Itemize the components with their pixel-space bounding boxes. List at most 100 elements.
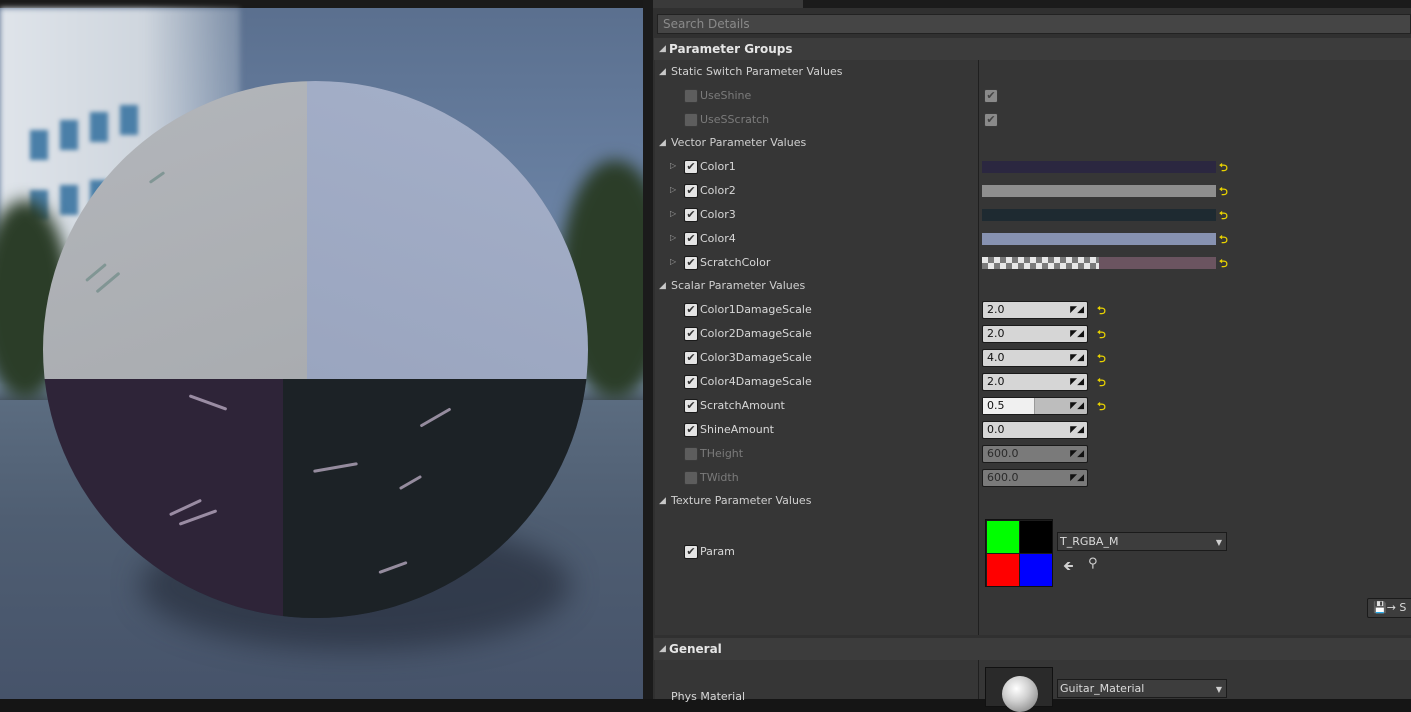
arrow-left-icon[interactable]: 🡸 — [1063, 557, 1074, 579]
override-checkbox[interactable]: ✔ — [684, 160, 698, 174]
param-row-color3: ▷ ✔ Color3 ⮌ — [655, 203, 1411, 227]
collapse-triangle-icon: ◢ — [659, 67, 666, 77]
override-checkbox[interactable]: ✔ — [684, 208, 698, 222]
override-checkbox[interactable] — [684, 471, 698, 485]
collapse-triangle-icon: ◢ — [659, 138, 666, 148]
texture-thumbnail[interactable] — [985, 519, 1053, 587]
override-checkbox[interactable] — [684, 89, 698, 103]
color-swatch[interactable] — [982, 257, 1216, 269]
param-name: ShineAmount — [700, 423, 774, 436]
param-row-color1: ▷ ✔ Color1 ⮌ — [655, 155, 1411, 179]
value-spinbox[interactable]: 4.0 ◤◢ — [982, 349, 1088, 367]
expand-triangle-icon[interactable]: ▷ — [670, 233, 676, 242]
value-checkbox[interactable]: ✔ — [984, 89, 998, 103]
value-slider[interactable]: 0.5 ◤◢ — [982, 397, 1088, 415]
texture-channel-green — [987, 521, 1019, 553]
tab-details[interactable] — [653, 0, 803, 8]
sphere-quadrant-color1 — [43, 379, 283, 618]
drag-arrows-icon: ◤◢ — [1070, 329, 1084, 339]
override-checkbox[interactable]: ✔ — [684, 256, 698, 270]
param-name: Color3 — [700, 208, 736, 221]
override-checkbox[interactable]: ✔ — [684, 545, 698, 559]
reset-arrow-icon[interactable]: ⮌ — [1219, 255, 1228, 274]
texture-channel-red — [987, 554, 1019, 586]
group-texture[interactable]: ◢ Texture Parameter Values — [655, 489, 1411, 513]
viewport[interactable] — [0, 0, 643, 699]
reset-arrow-icon[interactable]: ⮌ — [1219, 183, 1228, 202]
texture-asset-dropdown[interactable]: T_RGBA_M ▼ — [1057, 532, 1227, 551]
group-vector[interactable]: ◢ Vector Parameter Values — [655, 131, 1411, 155]
override-checkbox[interactable]: ✔ — [684, 375, 698, 389]
param-name: Color1 — [700, 160, 736, 173]
group-title: Scalar Parameter Values — [671, 279, 806, 292]
viewport-toolbar — [0, 0, 643, 8]
value-spinbox[interactable]: 0.0 ◤◢ — [982, 421, 1088, 439]
group-static-switch[interactable]: ◢ Static Switch Parameter Values — [655, 60, 1411, 84]
drag-arrows-icon: ◤◢ — [1070, 401, 1084, 411]
reset-arrow-icon[interactable]: ⮌ — [1097, 374, 1106, 393]
value-spinbox[interactable]: 600.0 ◤◢ — [982, 469, 1088, 487]
value-spinbox[interactable]: 2.0 ◤◢ — [982, 373, 1088, 391]
category-title: Parameter Groups — [669, 42, 793, 56]
parent-material-dropdown[interactable]: Guitar_Material ▼ — [1057, 679, 1227, 698]
color-swatch[interactable] — [982, 161, 1216, 173]
preview-sphere[interactable] — [43, 81, 588, 618]
color-swatch[interactable] — [982, 209, 1216, 221]
override-checkbox[interactable]: ✔ — [684, 351, 698, 365]
reset-arrow-icon[interactable]: ⮌ — [1219, 207, 1228, 226]
reset-arrow-icon[interactable]: ⮌ — [1097, 398, 1106, 417]
texture-channel-black — [1020, 521, 1052, 553]
param-name: Color2DamageScale — [700, 327, 812, 340]
value-spinbox[interactable]: 2.0 ◤◢ — [982, 301, 1088, 319]
param-name: Color4DamageScale — [700, 375, 812, 388]
override-checkbox[interactable] — [684, 447, 698, 461]
category-parameter-groups[interactable]: ◢ Parameter Groups — [654, 38, 1411, 60]
material-preview-ball — [1002, 676, 1038, 712]
color-swatch[interactable] — [982, 185, 1216, 197]
reset-arrow-icon[interactable]: ⮌ — [1097, 326, 1106, 345]
collapse-triangle-icon: ◢ — [659, 281, 666, 291]
details-panel: ◢ Parameter Groups ◢ Static Switch Param… — [653, 0, 1411, 712]
override-checkbox[interactable]: ✔ — [684, 399, 698, 413]
override-checkbox[interactable] — [684, 113, 698, 127]
panel-splitter[interactable] — [643, 0, 653, 699]
param-row-scratchamount: ✔ ScratchAmount 0.5 ◤◢ ⮌ — [655, 394, 1411, 418]
color-swatch[interactable] — [982, 233, 1216, 245]
override-checkbox[interactable]: ✔ — [684, 423, 698, 437]
column-splitter[interactable] — [978, 660, 979, 699]
category-general[interactable]: ◢ General — [654, 638, 1411, 660]
reset-arrow-icon[interactable]: ⮌ — [1097, 302, 1106, 321]
expand-triangle-icon[interactable]: ▷ — [670, 209, 676, 218]
override-checkbox[interactable]: ✔ — [684, 232, 698, 246]
param-name: UseSScratch — [700, 113, 770, 126]
drag-arrows-icon: ◤◢ — [1070, 425, 1084, 435]
param-row-twidth: TWidth 600.0 ◤◢ — [655, 466, 1411, 490]
override-checkbox[interactable]: ✔ — [684, 303, 698, 317]
save-button[interactable]: 💾→ S — [1367, 598, 1411, 618]
collapse-triangle-icon: ◢ — [659, 644, 666, 654]
material-thumbnail[interactable] — [985, 667, 1053, 712]
value-checkbox[interactable]: ✔ — [984, 113, 998, 127]
expand-triangle-icon[interactable]: ▷ — [670, 257, 676, 266]
param-row-color2damagescale: ✔ Color2DamageScale 2.0 ◤◢ ⮌ — [655, 322, 1411, 346]
group-scalar[interactable]: ◢ Scalar Parameter Values — [655, 274, 1411, 298]
param-row-usesscratch: UseSScratch ✔ — [655, 108, 1411, 132]
value-spinbox[interactable]: 600.0 ◤◢ — [982, 445, 1088, 463]
expand-triangle-icon[interactable]: ▷ — [670, 185, 676, 194]
reset-arrow-icon[interactable]: ⮌ — [1219, 159, 1228, 178]
expand-triangle-icon[interactable]: ▷ — [670, 161, 676, 170]
parent-material-name: Guitar_Material — [1060, 682, 1145, 695]
value-spinbox[interactable]: 2.0 ◤◢ — [982, 325, 1088, 343]
override-checkbox[interactable]: ✔ — [684, 184, 698, 198]
reset-arrow-icon[interactable]: ⮌ — [1097, 350, 1106, 369]
param-row-shineamount: ✔ ShineAmount 0.0 ◤◢ — [655, 418, 1411, 442]
param-row-color4: ▷ ✔ Color4 ⮌ — [655, 227, 1411, 251]
magnifier-icon[interactable]: ⚲ — [1088, 556, 1098, 571]
param-name: Color4 — [700, 232, 736, 245]
save-button-label: S — [1399, 601, 1407, 614]
reset-arrow-icon[interactable]: ⮌ — [1219, 231, 1228, 250]
param-row-color4damagescale: ✔ Color4DamageScale 2.0 ◤◢ ⮌ — [655, 370, 1411, 394]
override-checkbox[interactable]: ✔ — [684, 327, 698, 341]
texture-channel-blue — [1020, 554, 1052, 586]
search-details-input[interactable] — [657, 14, 1411, 34]
